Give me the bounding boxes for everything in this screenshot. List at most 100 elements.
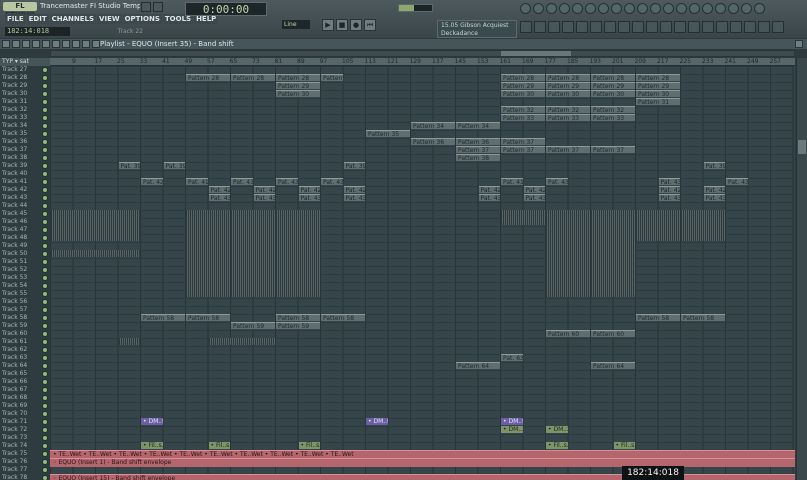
rewind-button[interactable]: ⏮	[364, 19, 376, 31]
track-mute-led[interactable]	[42, 331, 48, 337]
track-mute-led[interactable]	[42, 259, 48, 265]
pattern-clip[interactable]: Pattern 33	[501, 114, 545, 121]
automation-clip[interactable]: • DM..wn	[366, 418, 388, 425]
track-mute-led[interactable]	[42, 379, 48, 385]
pattern-block[interactable]	[636, 210, 680, 241]
pattern-clip[interactable]: Pattern 30	[636, 90, 680, 97]
pattern-block[interactable]	[208, 338, 275, 345]
automation-clip[interactable]: • DM..2	[501, 426, 523, 433]
view-playlist-icon[interactable]	[520, 21, 532, 33]
track-mute-led[interactable]	[42, 419, 48, 425]
track-mute-led[interactable]	[42, 475, 48, 480]
browser-icon[interactable]	[572, 3, 583, 14]
pattern-clip[interactable]: Pattern 29	[546, 82, 590, 89]
pattern-clip[interactable]: Pattern 58	[681, 314, 725, 321]
track-mute-led[interactable]	[42, 147, 48, 153]
pattern-clip[interactable]: Pat. 42	[343, 186, 365, 193]
track-mute-led[interactable]	[42, 67, 48, 73]
pattern-clip[interactable]: Pat. 43	[321, 178, 343, 185]
view-cpu-icon[interactable]	[632, 21, 644, 33]
track-mute-led[interactable]	[42, 459, 48, 465]
pattern-block[interactable]	[51, 210, 140, 241]
pattern-clip[interactable]: Pat. 43	[276, 178, 298, 185]
pattern-clip[interactable]: Pattern 35	[366, 130, 410, 137]
pattern-clip[interactable]: Pattern 30	[591, 90, 635, 97]
pattern-clip[interactable]: Pat. 43	[253, 194, 275, 201]
track-mute-led[interactable]	[42, 251, 48, 257]
pattern-clip[interactable]: Pattern 37	[546, 146, 590, 153]
view-extra6-icon[interactable]	[758, 21, 770, 33]
track-mute-led[interactable]	[42, 451, 48, 457]
pattern-block[interactable]	[231, 210, 275, 297]
timeline-ruler[interactable]: 9 17 25 33 41 49 57 65 73 81 89 97 105 113 121 129 137 14…	[50, 58, 795, 66]
pattern-clip[interactable]: Pattern 30	[276, 90, 320, 97]
track-mute-led[interactable]	[42, 371, 48, 377]
track-mute-led[interactable]	[42, 227, 48, 233]
view-extra5-icon[interactable]	[744, 21, 756, 33]
view-extra4-icon[interactable]	[730, 21, 742, 33]
pattern-clip[interactable]: Pat. 42	[523, 186, 545, 193]
pattern-block[interactable]	[118, 338, 140, 345]
pattern-clip[interactable]: Pat. 43	[658, 194, 680, 201]
pattern-block[interactable]	[186, 210, 230, 297]
help-icon[interactable]	[598, 3, 609, 14]
automation-clip[interactable]: • Fil..s..2	[208, 442, 230, 449]
pattern-clip[interactable]: Pat. 43	[208, 194, 230, 201]
undo-icon[interactable]	[650, 3, 661, 14]
track-mute-led[interactable]	[42, 131, 48, 137]
view-plugin-icon[interactable]	[590, 21, 602, 33]
playback-tool-icon[interactable]	[82, 40, 90, 48]
pattern-clip[interactable]: Pat. 42	[478, 186, 500, 193]
pattern-clip[interactable]: Pat. 39	[703, 162, 725, 169]
track-mute-led[interactable]	[42, 363, 48, 369]
save-icon[interactable]	[624, 3, 635, 14]
pattern-clip[interactable]: Pattern 37	[591, 146, 635, 153]
redo-icon[interactable]	[663, 3, 674, 14]
pattern-clip[interactable]: Pattern 58	[186, 314, 230, 321]
menu-edit[interactable]: EDIT	[26, 14, 49, 24]
pattern-clip[interactable]: Pat. 43	[231, 178, 253, 185]
pattern-clip[interactable]: Pat. 43	[726, 178, 748, 185]
pattern-clip[interactable]: Pat. 41	[501, 178, 523, 185]
pattern-clip[interactable]: Pat. 43	[546, 178, 568, 185]
track-mute-led[interactable]	[42, 211, 48, 217]
view-extra2-icon[interactable]	[702, 21, 714, 33]
pattern-clip[interactable]: Pattern 30	[546, 90, 590, 97]
minimize-icon[interactable]	[141, 2, 151, 12]
automation-clip[interactable]: • DM..2	[546, 426, 568, 433]
track-mute-led[interactable]	[42, 179, 48, 185]
pattern-clip[interactable]: Pat. 42	[703, 186, 725, 193]
playlist-grid[interactable]: Pattern 28Pattern 28Pattern 28Pattern 28…	[50, 66, 795, 480]
pattern-clip[interactable]: Pattern 33	[546, 114, 590, 121]
track-mute-led[interactable]	[42, 75, 48, 81]
pattern-clip[interactable]: Pattern 37	[501, 138, 545, 145]
pattern-clip[interactable]: Pat. 39	[118, 162, 140, 169]
plugin-icon[interactable]	[585, 3, 596, 14]
track-mute-led[interactable]	[42, 203, 48, 209]
song-position-display[interactable]: 0:00:00	[185, 2, 267, 16]
snap-selector[interactable]: Line	[282, 20, 310, 29]
pattern-clip[interactable]: Pat. 42	[208, 186, 230, 193]
pattern-clip[interactable]: Pat. 41	[186, 178, 208, 185]
track-mute-led[interactable]	[42, 387, 48, 393]
pattern-clip[interactable]: Pattern 37	[456, 146, 500, 153]
pattern-clip[interactable]: Pat. 43	[523, 194, 545, 201]
zoom-tool-icon[interactable]	[72, 40, 80, 48]
menu-view[interactable]: VIEW	[97, 14, 122, 24]
view-mixer-icon[interactable]	[562, 21, 574, 33]
render-icon[interactable]	[637, 3, 648, 14]
pattern-clip[interactable]: Pattern 59	[231, 322, 275, 329]
pattern-clip[interactable]: Pat. 43	[298, 194, 320, 201]
track-mute-led[interactable]	[42, 315, 48, 321]
view-extra7-icon[interactable]	[772, 21, 784, 33]
track-mute-led[interactable]	[42, 307, 48, 313]
track-mute-led[interactable]	[42, 99, 48, 105]
view-project-icon[interactable]	[604, 21, 616, 33]
close-icon[interactable]	[153, 2, 163, 12]
pattern-clip[interactable]: Pattern 31	[636, 98, 680, 105]
view-ram-icon[interactable]	[646, 21, 658, 33]
pattern-clip[interactable]: Pat. 42	[298, 186, 320, 193]
pattern-block[interactable]	[681, 210, 725, 241]
track-mute-led[interactable]	[42, 427, 48, 433]
track-mute-led[interactable]	[42, 299, 48, 305]
